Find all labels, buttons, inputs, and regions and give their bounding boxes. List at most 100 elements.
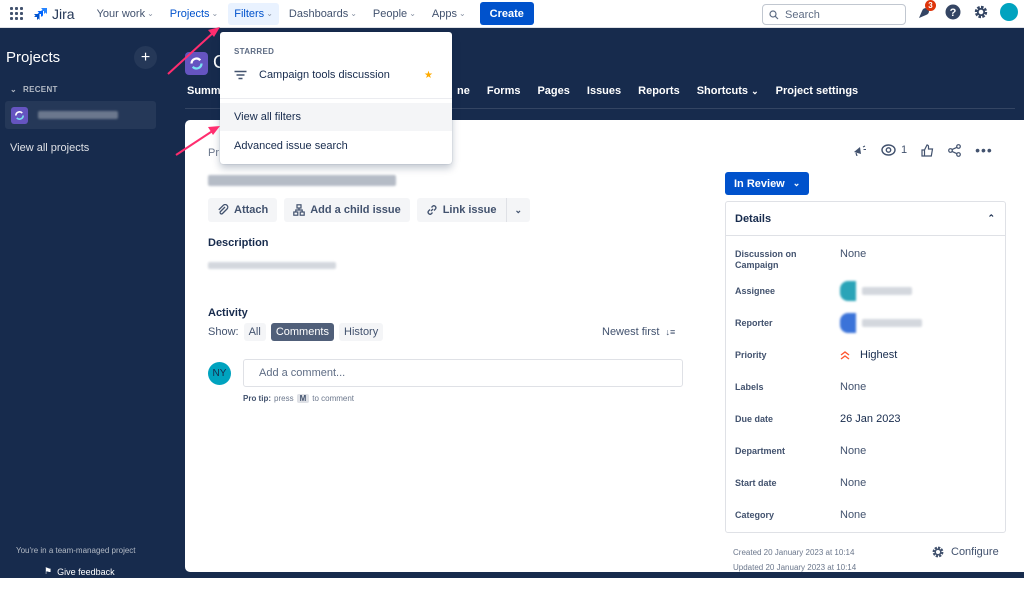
- top-right-icons: 3 ?: [916, 0, 1018, 21]
- assignee-avatar: [840, 281, 856, 301]
- nav-your-work-label: Your work: [96, 7, 146, 20]
- chevron-down-icon: ⌄: [514, 204, 523, 215]
- configure-label: Configure: [951, 546, 999, 558]
- priority-value: Highest: [860, 349, 898, 361]
- sort-order-toggle[interactable]: Newest first ↓≡: [602, 326, 675, 338]
- field-value-labels[interactable]: None: [840, 381, 866, 393]
- status-dropdown[interactable]: In Review ⌄: [725, 172, 810, 195]
- create-button[interactable]: Create: [479, 2, 534, 25]
- notifications-button[interactable]: 3: [916, 0, 936, 21]
- field-value-start-date[interactable]: None: [840, 477, 866, 489]
- chevron-down-icon: ⌄: [211, 9, 219, 18]
- nav-dashboards-label: Dashboards: [288, 7, 349, 20]
- nav-your-work[interactable]: Your work ⌄: [91, 3, 160, 25]
- nav-projects-label: Projects: [169, 7, 210, 20]
- tab-pages[interactable]: Pages: [537, 85, 569, 97]
- share-button[interactable]: [948, 143, 962, 157]
- chevron-down-icon: ⌄: [350, 9, 357, 18]
- nav-filters[interactable]: Filters ⌄: [228, 2, 279, 25]
- feedback-button[interactable]: [853, 144, 867, 156]
- link-issue-button[interactable]: Link issue: [416, 198, 506, 222]
- tab-reports[interactable]: Reports: [638, 85, 680, 97]
- nav-people[interactable]: People ⌄: [367, 3, 422, 25]
- tab-timeline-partial[interactable]: ne: [457, 85, 470, 97]
- tab-project-settings[interactable]: Project settings: [776, 85, 859, 97]
- status-label: In Review: [734, 177, 785, 190]
- field-value-department[interactable]: None: [840, 445, 866, 457]
- paperclip-icon: [218, 204, 229, 215]
- search-icon: [769, 9, 779, 19]
- profile-avatar[interactable]: [1000, 3, 1018, 21]
- field-value-category[interactable]: None: [840, 509, 866, 521]
- like-button[interactable]: [921, 143, 934, 157]
- filter-icon: [234, 70, 247, 80]
- tab-forms[interactable]: Forms: [487, 85, 521, 97]
- show-label: Show:: [208, 326, 239, 338]
- more-actions-dropdown[interactable]: ⌄: [505, 198, 531, 222]
- chevron-down-icon: ⌄: [751, 86, 759, 96]
- nav-apps[interactable]: Apps ⌄: [426, 3, 472, 25]
- configure-button[interactable]: Configure: [931, 545, 999, 559]
- field-value-reporter[interactable]: [840, 313, 922, 333]
- filter-all[interactable]: All: [243, 323, 266, 341]
- megaphone-icon: ⚑: [44, 566, 53, 576]
- pro-tip-label: Pro tip:: [243, 394, 271, 403]
- add-project-button[interactable]: +: [134, 46, 157, 69]
- attach-button[interactable]: Attach: [208, 198, 278, 222]
- jira-logo-icon: [34, 7, 47, 20]
- field-label-assignee: Assignee: [735, 286, 776, 296]
- chevron-down-icon: ⌄: [147, 9, 154, 18]
- recent-section-toggle[interactable]: ⌄ RECENT: [10, 85, 58, 94]
- field-label-due-date: Due date: [735, 414, 774, 424]
- filter-history[interactable]: History: [339, 323, 384, 341]
- starred-filter-label: Campaign tools discussion: [259, 69, 390, 81]
- starred-filter-item[interactable]: Campaign tools discussion ★: [234, 69, 444, 81]
- view-all-projects-link[interactable]: View all projects: [10, 142, 89, 154]
- app-switcher-icon[interactable]: [8, 6, 24, 22]
- comment-input[interactable]: Add a comment...: [243, 359, 683, 387]
- star-icon[interactable]: ★: [424, 70, 433, 81]
- advanced-issue-search-item[interactable]: Advanced issue search: [220, 132, 452, 160]
- issue-title-blurred[interactable]: [208, 175, 396, 189]
- description-text-blurred[interactable]: [208, 260, 336, 272]
- link-icon: [427, 205, 437, 215]
- details-panel: Details ⌃ Discussion on Campaign None As…: [725, 201, 1006, 533]
- field-label-start-date: Start date: [735, 478, 777, 488]
- field-value-due-date[interactable]: 26 Jan 2023: [840, 413, 901, 425]
- activity-filter: Show: All Comments History: [208, 323, 384, 341]
- tab-summary[interactable]: Summary: [187, 85, 220, 97]
- sidebar: Projects + ⌄ RECENT View all projects Yo…: [0, 34, 170, 578]
- tab-shortcuts[interactable]: Shortcuts ⌄: [697, 85, 759, 97]
- help-icon: ?: [945, 4, 961, 20]
- nav-dashboards[interactable]: Dashboards ⌄: [283, 3, 363, 25]
- tab-issues[interactable]: Issues: [587, 85, 621, 97]
- nav-apps-label: Apps: [431, 7, 457, 20]
- help-button[interactable]: ?: [944, 3, 962, 21]
- field-value-priority[interactable]: Highest: [840, 349, 897, 361]
- breadcrumb[interactable]: Pr: [208, 147, 219, 159]
- view-all-filters-item[interactable]: View all filters: [220, 103, 452, 131]
- jira-logo[interactable]: Jira: [34, 6, 75, 22]
- watch-button[interactable]: 1: [881, 144, 907, 156]
- give-feedback-link[interactable]: ⚑ Give feedback: [44, 566, 115, 577]
- filter-comments[interactable]: Comments: [270, 323, 334, 341]
- details-header[interactable]: Details ⌃: [726, 202, 1005, 236]
- sidebar-item-recent-project[interactable]: [5, 101, 156, 129]
- field-value-discussion[interactable]: None: [840, 248, 866, 260]
- nav-projects[interactable]: Projects ⌄: [164, 3, 224, 25]
- issue-header-actions: 1 •••: [853, 142, 1007, 158]
- field-value-assignee[interactable]: [840, 281, 912, 301]
- keyboard-shortcut-key: M: [296, 394, 310, 403]
- link-issue-label: Link issue: [442, 204, 497, 216]
- give-feedback-label: Give feedback: [57, 566, 115, 577]
- search-input[interactable]: Search: [762, 4, 906, 25]
- more-options-icon[interactable]: •••: [975, 142, 993, 158]
- description-label: Description: [208, 237, 269, 249]
- settings-button[interactable]: [972, 3, 990, 21]
- field-label-category: Category: [735, 510, 775, 520]
- chevron-down-icon: ⌄: [792, 178, 801, 188]
- add-child-issue-button[interactable]: Add a child issue: [284, 198, 410, 222]
- pro-tip-suffix: to comment: [312, 394, 355, 403]
- share-icon: [948, 143, 962, 157]
- priority-highest-icon: [840, 350, 850, 360]
